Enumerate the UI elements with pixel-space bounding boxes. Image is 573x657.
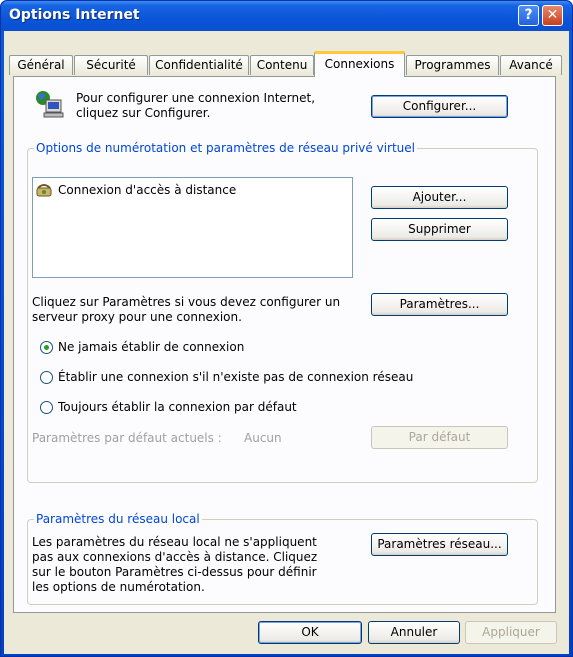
lan-text-line2: pas aux connexions d'accès à distance. C… [32, 550, 318, 564]
configure-button[interactable]: Configurer... [371, 95, 508, 118]
tab-programmes[interactable]: Programmes [406, 55, 499, 75]
radio-always-dial-default-label[interactable]: Toujours établir la connexion par défaut [58, 400, 297, 415]
lan-group-legend: Paramètres du réseau local [34, 512, 202, 526]
close-button[interactable]: ✕ [542, 5, 563, 26]
tab-general[interactable]: Général [9, 55, 73, 75]
current-default-label: Paramètres par défaut actuels : [32, 431, 222, 445]
ok-button[interactable]: OK [258, 621, 362, 644]
title-bar[interactable]: Options Internet ? ✕ [1, 1, 572, 31]
proxy-text-line1: Cliquez sur Paramètres si vous devez con… [32, 295, 341, 309]
radio-dial-when-no-network[interactable] [40, 371, 53, 384]
radio-dial-when-no-network-label[interactable]: Établir une connexion s'il n'existe pas … [58, 370, 413, 385]
tab-connexions[interactable]: Connexions [314, 51, 405, 77]
tab-confidentialite[interactable]: Confidentialité [149, 55, 249, 75]
settings-button[interactable]: Paramètres... [371, 293, 508, 316]
tab-securite[interactable]: Sécurité [74, 55, 148, 75]
connection-label: Connexion d'accès à distance [58, 182, 237, 197]
dialog-body: Général Sécurité Confidentialité Contenu… [4, 31, 569, 654]
lan-text-line3: sur le bouton Paramètres ci-dessus pour … [32, 565, 317, 579]
cancel-button[interactable]: Annuler [368, 621, 460, 644]
radio-always-dial-default[interactable] [40, 401, 53, 414]
dialog-window: Options Internet ? ✕ Général Sécurité Co… [0, 0, 573, 657]
lan-text-line1: Les paramètres du réseau local ne s'appl… [32, 535, 317, 549]
window-title: Options Internet [9, 7, 140, 23]
lan-text-line4: les options de numérotation. [32, 580, 205, 594]
connexions-panel: Pour configurer une connexion Internet, … [13, 76, 556, 613]
add-button[interactable]: Ajouter... [371, 186, 508, 209]
dialup-phone-icon [36, 182, 52, 197]
list-item[interactable]: Connexion d'accès à distance [36, 181, 236, 198]
setup-text-line2: cliquez sur Configurer. [76, 106, 211, 120]
dialup-group-legend: Options de numérotation et paramètres de… [34, 141, 417, 155]
tab-contenu[interactable]: Contenu [250, 55, 314, 75]
tab-strip: Général Sécurité Confidentialité Contenu… [9, 51, 564, 77]
connection-list[interactable]: Connexion d'accès à distance [32, 177, 353, 278]
help-button[interactable]: ? [518, 5, 539, 26]
current-default-value: Aucun [244, 431, 282, 445]
setup-text-line1: Pour configurer une connexion Internet, [76, 91, 316, 105]
tab-avance[interactable]: Avancé [500, 55, 562, 75]
remove-button[interactable]: Supprimer [371, 218, 508, 241]
radio-never-dial-label[interactable]: Ne jamais établir de connexion [58, 340, 244, 355]
default-button[interactable]: Par défaut [371, 426, 508, 449]
radio-selected-dot [44, 345, 49, 350]
proxy-text-line2: serveur proxy pour une connexion. [32, 310, 242, 324]
lan-settings-button[interactable]: Paramètres réseau... [371, 533, 508, 556]
radio-never-dial[interactable] [40, 341, 53, 354]
apply-button[interactable]: Appliquer [465, 621, 557, 644]
computer-globe-icon [34, 89, 66, 119]
